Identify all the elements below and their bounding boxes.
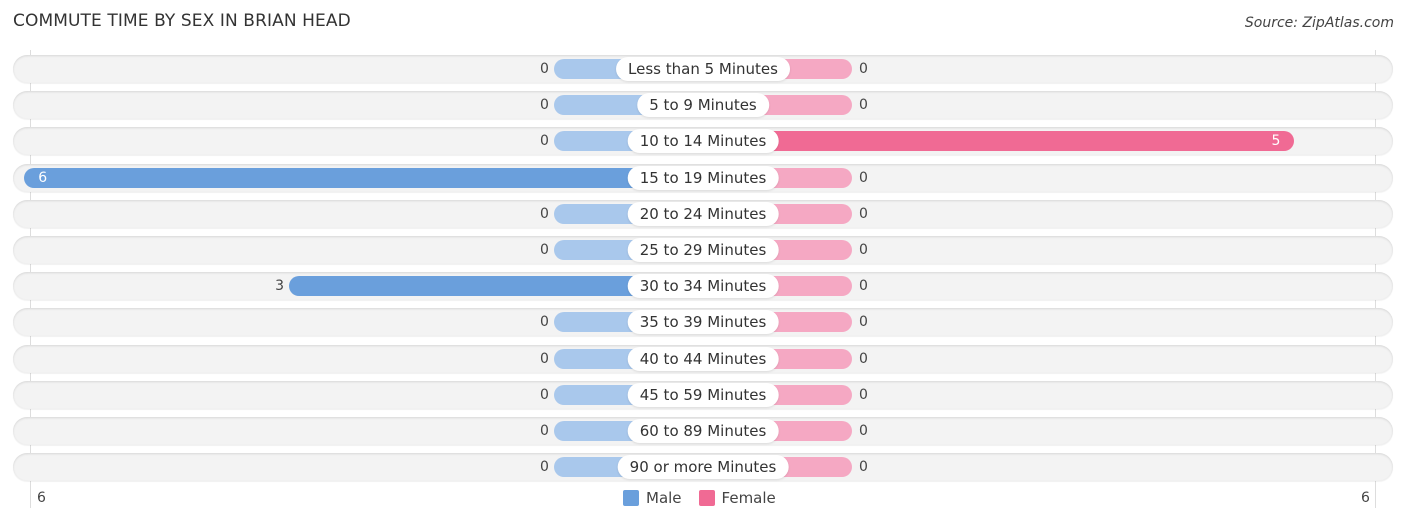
category-label: 15 to 19 Minutes xyxy=(627,165,779,190)
legend-item-female: Female xyxy=(698,489,776,507)
value-label-male: 0 xyxy=(540,459,549,476)
bar-female xyxy=(703,131,1294,152)
category-label: 60 to 89 Minutes xyxy=(627,419,779,443)
value-label-male: 0 xyxy=(540,423,549,439)
value-label-male: 0 xyxy=(540,350,549,367)
legend-swatch-male xyxy=(623,490,639,506)
value-label-female: 0 xyxy=(859,242,868,258)
value-label-male: 0 xyxy=(540,61,549,77)
legend-item-male: Male xyxy=(623,489,682,507)
axis-tick-left: 6 xyxy=(37,490,46,506)
value-label-female: 0 xyxy=(859,423,868,439)
value-label-female: 0 xyxy=(859,386,868,403)
category-label: 30 to 34 Minutes xyxy=(627,274,779,299)
value-label-female: 5 xyxy=(1271,133,1281,150)
legend: Male Female xyxy=(623,489,793,507)
value-label-male: 3 xyxy=(275,278,285,295)
category-label: 20 to 24 Minutes xyxy=(627,201,779,226)
value-label-female: 0 xyxy=(859,97,868,114)
legend-swatch-female xyxy=(698,490,715,506)
value-label-male: 6 xyxy=(38,169,48,186)
axis-tick-right: 6 xyxy=(1361,490,1370,506)
category-label: 10 to 14 Minutes xyxy=(627,129,779,154)
category-label: Less than 5 Minutes xyxy=(616,57,790,81)
value-label-male: 0 xyxy=(540,314,549,331)
value-label-male: 0 xyxy=(540,386,549,403)
value-label-male: 0 xyxy=(540,133,549,150)
category-label: 90 or more Minutes xyxy=(617,455,789,480)
category-label: 5 to 9 Minutes xyxy=(637,93,769,118)
category-label: 25 to 29 Minutes xyxy=(627,238,779,262)
value-label-female: 0 xyxy=(859,205,868,222)
value-label-male: 0 xyxy=(540,205,549,222)
value-label-female: 0 xyxy=(859,314,868,331)
value-label-female: 0 xyxy=(859,278,868,295)
category-label: 35 to 39 Minutes xyxy=(627,310,779,335)
category-label: 45 to 59 Minutes xyxy=(627,382,779,407)
value-label-female: 0 xyxy=(859,169,868,186)
value-label-female: 0 xyxy=(859,459,868,476)
legend-label-female: Female xyxy=(721,489,776,507)
chart-area: 0 0 Less than 5 Minutes 0 0 5 to 9 Minutes 0 5 1… xyxy=(0,0,1406,523)
value-label-female: 0 xyxy=(859,61,868,77)
category-label: 40 to 44 Minutes xyxy=(627,346,779,371)
value-label-female: 0 xyxy=(859,350,868,367)
legend-label-male: Male xyxy=(646,489,682,507)
value-label-male: 0 xyxy=(540,97,549,114)
value-label-male: 0 xyxy=(540,242,549,258)
bar-male xyxy=(24,167,703,188)
